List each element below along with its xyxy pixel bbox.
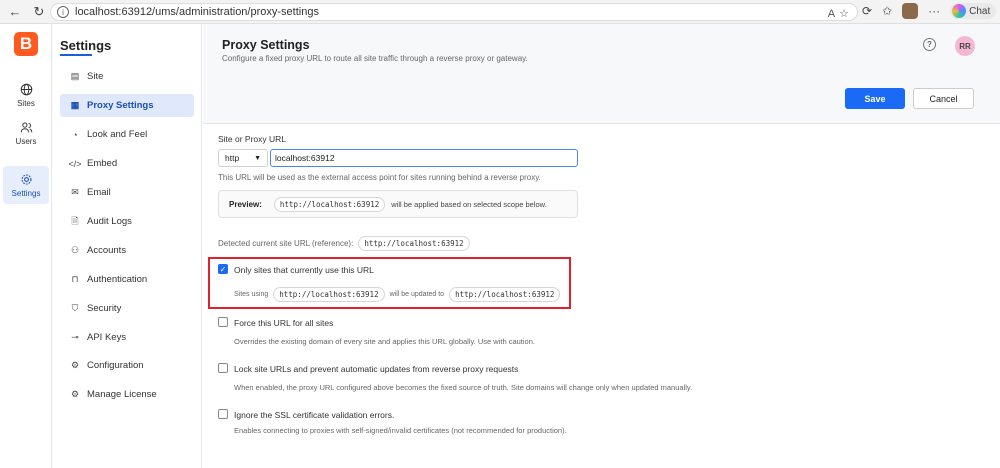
sidebar-item-audit-logs[interactable]: 🗎 Audit Logs (60, 210, 194, 233)
option-lock-urls-label: Lock site URLs and prevent automatic upd… (234, 364, 519, 374)
favorites-icon[interactable]: ✩ (882, 4, 892, 18)
option-lock-urls-checkbox[interactable] (218, 363, 228, 373)
sidebar-item-label: API Keys (87, 332, 127, 343)
sidebar-item-email[interactable]: ✉ Email (60, 181, 194, 204)
sidebar-item-site[interactable]: ▤ Site (60, 65, 194, 88)
highlight-annotation-box (208, 257, 571, 309)
address-url: localhost:63912/ums/administration/proxy… (75, 6, 319, 18)
app-logo[interactable]: B (14, 32, 38, 56)
sidebar-item-label: Audit Logs (87, 216, 132, 227)
sidebar-item-label: Proxy Settings (87, 100, 154, 111)
palette-icon: ◔ (72, 129, 78, 140)
main-content: Proxy Settings Configure a fixed proxy U… (203, 24, 1000, 468)
sidebar-item-label: Configuration (87, 360, 144, 371)
url-field-label: Site or Proxy URL (218, 134, 287, 144)
caret-down-icon: ▼ (254, 154, 261, 162)
scheme-select[interactable]: http ▼ (218, 149, 268, 167)
sidebar-item-look-and-feel[interactable]: ◔ Look and Feel (60, 123, 194, 146)
sidebar-item-security[interactable]: ⛉ Security (60, 297, 194, 320)
option-ignore-ssl-checkbox[interactable] (218, 409, 228, 419)
sidebar-item-label: Security (87, 303, 122, 314)
read-aloud-icon[interactable]: A (828, 8, 835, 20)
sidebar-item-authentication[interactable]: ⊓ Authentication (60, 268, 194, 291)
sidebar-item-label: Authentication (87, 274, 148, 285)
code-icon: </> (68, 158, 82, 169)
layout-icon: ▤ (70, 71, 80, 81)
mail-icon: ✉ (71, 187, 79, 197)
detected-url-row: Detected current site URL (reference): h… (218, 236, 470, 251)
preview-box: Preview: http://localhost:63912 will be … (218, 190, 578, 218)
users-icon: ⚇ (70, 245, 80, 255)
address-bar[interactable]: i localhost:63912/ums/administration/pro… (50, 3, 858, 21)
rail-item-settings[interactable]: Settings (3, 166, 49, 204)
option-ignore-ssl-label: Ignore the SSL certificate validation er… (234, 410, 395, 420)
preview-suffix: will be applied based on selected scope … (391, 199, 547, 209)
gear-icon (21, 174, 31, 184)
settings-sidebar: Settings ▤ Site ▦ Proxy Settings ◔ Look … (52, 24, 202, 468)
shield-icon: ⛉ (71, 303, 79, 313)
sidebar-item-proxy-settings[interactable]: ▦ Proxy Settings (60, 94, 194, 117)
option-force-all-label: Force this URL for all sites (234, 318, 334, 328)
preview-label: Preview: (229, 199, 262, 209)
rail-item-users[interactable]: Users (3, 115, 49, 151)
gear-icon: ⚙ (70, 360, 80, 370)
favorite-star-icon[interactable]: ☆ (839, 7, 849, 20)
rail-item-label: Sites (17, 98, 35, 108)
copilot-icon (952, 4, 967, 18)
key-icon: ⊸ (71, 332, 79, 342)
option-force-all-checkbox[interactable] (218, 317, 228, 327)
url-help-text: This URL will be used as the external ac… (218, 173, 541, 182)
cancel-button[interactable]: Cancel (913, 88, 974, 109)
sidebar-item-configuration[interactable]: ⚙ Configuration (60, 354, 194, 377)
rail-item-label: Settings (11, 188, 41, 198)
file-search-icon: 🗎 (71, 215, 79, 226)
more-menu-icon[interactable]: ··· (928, 4, 940, 18)
sidebar-item-embed[interactable]: </> Embed (60, 152, 194, 175)
save-button[interactable]: Save (845, 88, 905, 109)
app-rail: B Sites Users Settings (0, 24, 52, 468)
option-ignore-ssl-desc: Enables connecting to proxies with self-… (234, 426, 567, 435)
chat-label: Chat (969, 5, 991, 17)
page-subtitle: Configure a fixed proxy URL to route all… (222, 54, 528, 63)
site-info-icon[interactable]: i (57, 6, 69, 18)
profile-avatar[interactable] (902, 3, 919, 19)
proxy-icon: ▦ (70, 100, 80, 110)
extensions-icon[interactable]: ⟳ (862, 4, 872, 18)
scheme-value: http (225, 153, 240, 163)
rail-item-sites[interactable]: Sites (3, 77, 49, 113)
option-force-all-desc: Overrides the existing domain of every s… (234, 337, 535, 346)
copilot-chat-button[interactable]: Chat (950, 3, 997, 19)
reload-icon[interactable]: ↻ (30, 3, 48, 21)
sidebar-item-label: Email (87, 187, 111, 198)
avatar[interactable]: RR (955, 36, 975, 56)
globe-icon (20, 83, 32, 95)
preview-url: http://localhost:63912 (273, 196, 386, 212)
sidebar-item-accounts[interactable]: ⚇ Accounts (60, 239, 194, 262)
sidebar-item-label: Look and Feel (87, 129, 148, 140)
sidebar-item-api-keys[interactable]: ⊸ API Keys (60, 326, 194, 349)
proxy-url-input[interactable] (270, 149, 578, 167)
detected-url-label: Detected current site URL (reference): (218, 239, 354, 248)
gear-icon: ⚙ (70, 389, 80, 399)
option-lock-urls-desc: When enabled, the proxy URL configured a… (234, 383, 693, 392)
page-header: Proxy Settings Configure a fixed proxy U… (203, 24, 1000, 124)
rail-item-label: Users (15, 136, 37, 146)
users-icon (20, 121, 32, 132)
detected-url: http://localhost:63912 (358, 236, 470, 251)
sidebar-title-underline (60, 54, 92, 56)
sidebar-item-label: Accounts (87, 245, 127, 256)
sidebar-title: Settings (60, 38, 112, 53)
lock-icon: ⊓ (71, 274, 79, 284)
sidebar-item-label: Embed (87, 158, 118, 169)
page-title: Proxy Settings (222, 38, 310, 52)
back-icon[interactable]: ← (6, 3, 24, 21)
browser-toolbar: ← ↻ i localhost:63912/ums/administration… (0, 0, 1000, 24)
sidebar-item-label: Site (87, 71, 104, 82)
sidebar-item-manage-license[interactable]: ⚙ Manage License (60, 383, 194, 406)
help-icon[interactable]: ? (923, 38, 936, 51)
sidebar-item-label: Manage License (87, 389, 157, 400)
